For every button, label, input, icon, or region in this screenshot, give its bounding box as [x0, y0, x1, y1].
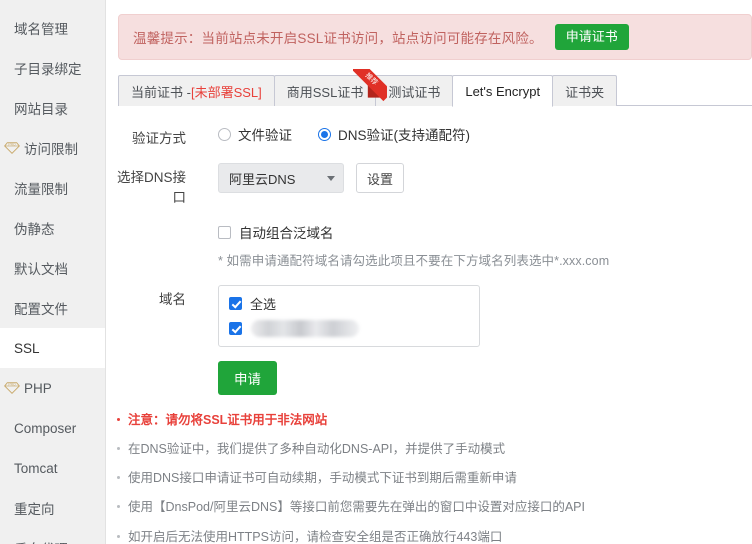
- domain-checkbox[interactable]: [229, 297, 242, 310]
- sidebar-item-8[interactable]: SSL: [0, 328, 105, 368]
- dns-interface-controls: 阿里云DNS 设置: [218, 163, 405, 193]
- dns-interface-select[interactable]: 阿里云DNS: [218, 163, 344, 193]
- tab-1[interactable]: 商用SSL证书 推荐: [273, 69, 388, 106]
- dns-settings-button[interactable]: 设置: [356, 163, 405, 193]
- radio-file-verify-label: 文件验证: [238, 128, 292, 143]
- sidebar-item-2[interactable]: 网站目录: [0, 88, 105, 128]
- sidebar-item-label: PHP: [24, 380, 52, 396]
- tab-label: 当前证书 -: [131, 84, 191, 100]
- wildcard-controls: 自动组合泛域名 * 如需申请通配符域名请勾选此项且不要在下方域名列表选中*.xx…: [218, 222, 609, 269]
- dns-interface-label: 选择DNS接口: [116, 170, 186, 205]
- sidebar-item-9[interactable]: PRO PHP: [0, 368, 105, 408]
- chevron-down-icon: [327, 175, 335, 181]
- wildcard-checkbox[interactable]: [218, 225, 231, 239]
- domains-field: 全选: [218, 285, 480, 347]
- verify-method-options: 文件验证 DNS验证(支持通配符): [218, 124, 496, 144]
- domain-list-box: 全选: [218, 285, 480, 347]
- sidebar-item-4[interactable]: 流量限制: [0, 168, 105, 208]
- radio-file-verify-control[interactable]: [218, 127, 231, 141]
- note-item-2: 使用DNS接口申请证书可自动续期，手动模式下证书到期后需重新申请: [114, 469, 752, 487]
- sidebar-item-1[interactable]: 子目录绑定: [0, 48, 105, 88]
- content-panel: 温馨提示：当前站点未开启SSL证书访问，站点访问可能存在风险。 申请证书 当前证…: [106, 0, 752, 544]
- dns-interface-row: 选择DNS接口 阿里云DNS 设置: [106, 163, 752, 206]
- tab-warning-label: [未部署SSL]: [190, 84, 262, 100]
- sidebar: 域名管理子目录绑定网站目录 PRO 访问限制流量限制伪静态默认文档配置文件 SSL PR…: [0, 0, 106, 544]
- radio-file-verify[interactable]: 文件验证: [218, 124, 292, 144]
- wildcard-label: 自动组合泛域名: [239, 226, 334, 241]
- radio-dns-verify-control[interactable]: [318, 127, 331, 141]
- gem-icon: PRO: [4, 382, 20, 394]
- sidebar-item-10[interactable]: Composer: [0, 408, 105, 448]
- certificate-tabs: 当前证书 - [未部署SSL] 商用SSL证书 推荐 测试证书 Let's Encryp…: [118, 69, 752, 107]
- alert-message: 温馨提示：当前站点未开启SSL证书访问，站点访问可能存在风险。: [133, 31, 543, 46]
- sidebar-item-label: 伪静态: [14, 222, 55, 237]
- sidebar-item-11[interactable]: Tomcat: [0, 448, 105, 488]
- sidebar-item-13[interactable]: 反向代理: [0, 528, 105, 544]
- sidebar-item-label: 流量限制: [14, 182, 68, 197]
- sidebar-item-label: 反向代理: [14, 538, 68, 544]
- sidebar-item-label: 重定向: [14, 502, 55, 517]
- domain-item-1[interactable]: [229, 320, 469, 337]
- wildcard-spacer: [106, 222, 186, 225]
- tab-label: 测试证书: [388, 84, 441, 100]
- sidebar-item-label: Tomcat: [14, 460, 58, 476]
- ssl-warning-alert: 温馨提示：当前站点未开启SSL证书访问，站点访问可能存在风险。 申请证书: [118, 14, 752, 60]
- tab-label: Let's Encrypt: [465, 83, 541, 99]
- sidebar-item-7[interactable]: 配置文件: [0, 288, 105, 328]
- sidebar-item-12[interactable]: 重定向: [0, 488, 105, 528]
- apply-certificate-button[interactable]: 申请证书: [554, 24, 629, 50]
- sidebar-item-label: SSL: [14, 340, 40, 356]
- tab-label: 商用SSL证书: [286, 84, 364, 100]
- dns-interface-value: 阿里云DNS: [229, 171, 296, 187]
- note-item-1: 在DNS验证中，我们提供了多种自动化DNS-API，并提供了手动模式: [114, 440, 752, 458]
- tab-4[interactable]: 证书夹: [552, 75, 618, 106]
- domain-checkbox[interactable]: [229, 322, 242, 335]
- domain-label: 全选: [250, 297, 277, 312]
- wildcard-checkbox-row[interactable]: 自动组合泛域名: [218, 222, 609, 242]
- sidebar-item-label: 网站目录: [14, 102, 68, 117]
- svg-text:PRO: PRO: [8, 383, 16, 387]
- note-item-4: 如开启后无法使用HTTPS访问，请检查安全组是否正确放行443端口: [114, 528, 752, 544]
- verify-method-label: 验证方式: [132, 131, 186, 146]
- tab-label: 证书夹: [565, 84, 605, 100]
- radio-dns-verify-label: DNS验证(支持通配符): [338, 128, 470, 143]
- sidebar-item-3[interactable]: PRO 访问限制: [0, 128, 105, 168]
- app-root: 域名管理子目录绑定网站目录 PRO 访问限制流量限制伪静态默认文档配置文件 SSL PR…: [0, 0, 752, 544]
- sidebar-item-label: 域名管理: [14, 22, 68, 37]
- note-item-3: 使用【DnsPod/阿里云DNS】等接口前您需要先在弹出的窗口中设置对应接口的A…: [114, 498, 752, 516]
- wildcard-hint: * 如需申请通配符域名请勾选此项且不要在下方域名列表选中*.xxx.com: [218, 254, 610, 268]
- submit-apply-button[interactable]: 申请: [218, 361, 277, 395]
- domains-label: 域名: [159, 292, 186, 307]
- tab-0[interactable]: 当前证书 - [未部署SSL]: [118, 75, 275, 106]
- domains-row: 域名 全选: [106, 285, 752, 347]
- verify-method-row: 验证方式 文件验证 DNS验证(支持通配符): [106, 124, 752, 147]
- lets-encrypt-form: 验证方式 文件验证 DNS验证(支持通配符) 选择DNS接口 阿里云DNS 设置…: [106, 106, 752, 395]
- domain-item-0[interactable]: 全选: [229, 294, 469, 313]
- sidebar-item-label: Composer: [14, 420, 77, 436]
- radio-dns-verify[interactable]: DNS验证(支持通配符): [318, 124, 470, 144]
- sidebar-item-label: 默认文档: [14, 262, 68, 277]
- sidebar-item-6[interactable]: 默认文档: [0, 248, 105, 288]
- svg-text:PRO: PRO: [8, 143, 16, 147]
- tab-3[interactable]: Let's Encrypt: [452, 75, 554, 107]
- notes-list: 注意：请勿将SSL证书用于非法网站 在DNS验证中，我们提供了多种自动化DNS-A…: [114, 411, 752, 544]
- tab-2[interactable]: 测试证书: [375, 75, 454, 106]
- sidebar-item-label: 子目录绑定: [14, 62, 82, 77]
- sidebar-item-0[interactable]: 域名管理: [0, 8, 105, 48]
- sidebar-item-label: 配置文件: [14, 302, 68, 317]
- sidebar-item-5[interactable]: 伪静态: [0, 208, 105, 248]
- wildcard-row: 自动组合泛域名 * 如需申请通配符域名请勾选此项且不要在下方域名列表选中*.xx…: [106, 222, 752, 269]
- note-item-0: 注意：请勿将SSL证书用于非法网站: [114, 411, 752, 429]
- sidebar-item-label: 访问限制: [24, 142, 78, 157]
- gem-icon: PRO: [4, 142, 20, 154]
- redacted-domain-name: [251, 320, 359, 337]
